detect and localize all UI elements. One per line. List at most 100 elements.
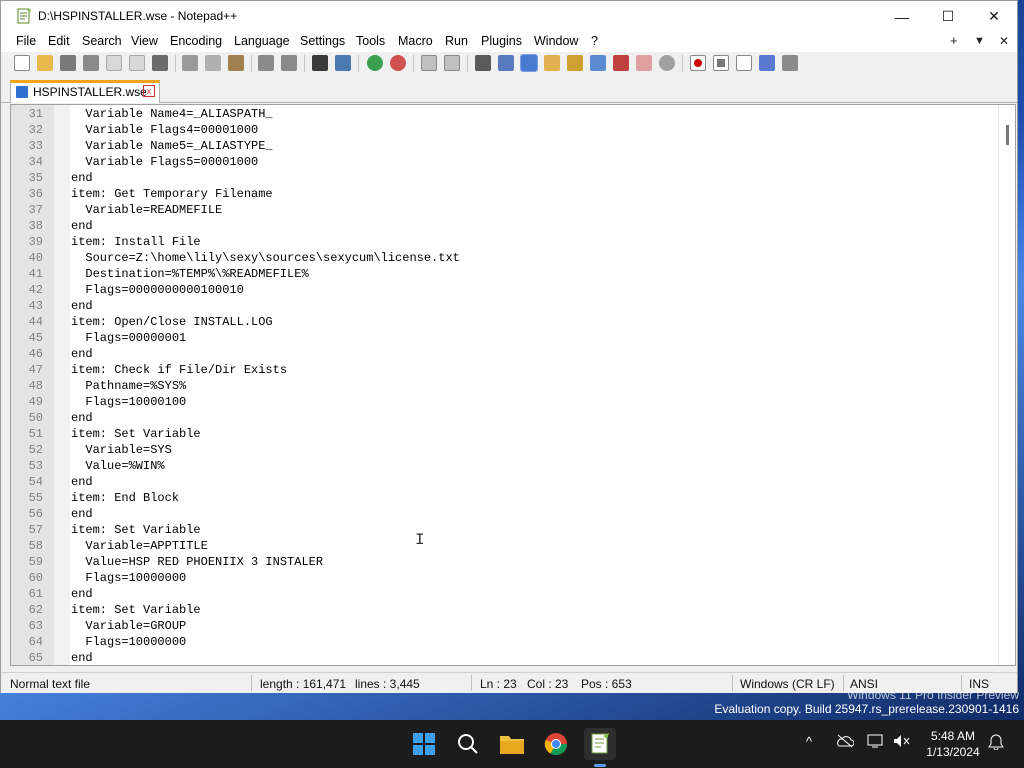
indent-guide-icon[interactable] [520,54,538,72]
sync-horizontal-icon[interactable] [444,55,460,71]
close-file-icon[interactable] [106,55,122,71]
code-line[interactable]: 61 end [11,586,1001,602]
editor-pane[interactable]: 31 Variable Name4=_ALIASPATH_ 32 Variable… [10,104,1016,666]
function-list-icon[interactable] [613,55,629,71]
menu-plugins[interactable]: Plugins [481,34,522,48]
new-file-icon[interactable] [14,55,30,71]
close-button[interactable]: ✕ [971,1,1017,32]
code-line[interactable]: 64 Flags=10000000 [11,634,1001,650]
zoom-out-icon[interactable] [390,55,406,71]
code-line[interactable]: 53 Value=%WIN% [11,458,1001,474]
folder-workspace-icon[interactable] [636,55,652,71]
code-line[interactable]: 43 end [11,298,1001,314]
close-all-icon[interactable] [129,55,145,71]
vertical-scrollbar[interactable] [998,105,1015,665]
save-icon[interactable] [60,55,76,71]
tab-close-icon[interactable]: x [143,85,155,97]
menu-encoding[interactable]: Encoding [170,34,222,48]
menu-run[interactable]: Run [445,34,468,48]
redo-icon[interactable] [281,55,297,71]
code-line[interactable]: 44 item: Open/Close INSTALL.LOG [11,314,1001,330]
save-macro-icon[interactable] [782,55,798,71]
copy-icon[interactable] [205,55,221,71]
stop-macro-icon[interactable] [713,55,729,71]
code-line[interactable]: 47 item: Check if File/Dir Exists [11,362,1001,378]
print-icon[interactable] [152,55,168,71]
network-icon[interactable] [866,734,884,748]
code-line[interactable]: 35 end [11,170,1001,186]
play-macro-icon[interactable] [736,55,752,71]
file-explorer-icon[interactable] [496,728,528,760]
language-define-icon[interactable] [544,55,560,71]
start-icon[interactable] [408,728,440,760]
code-line[interactable]: 31 Variable Name4=_ALIASPATH_ [11,106,1001,122]
code-line[interactable]: 48 Pathname=%SYS% [11,378,1001,394]
code-line[interactable]: 42 Flags=0000000000100010 [11,282,1001,298]
code-line[interactable]: 54 end [11,474,1001,490]
notepadpp-icon[interactable] [584,728,616,760]
menu-edit[interactable]: Edit [48,34,70,48]
menu-window[interactable]: Window [534,34,578,48]
monitoring-icon[interactable] [659,55,675,71]
code-line[interactable]: 36 item: Get Temporary Filename [11,186,1001,202]
menu-view[interactable]: View [131,34,158,48]
zoom-in-icon[interactable] [367,55,383,71]
code-line[interactable]: 51 item: Set Variable [11,426,1001,442]
code-line[interactable]: 45 Flags=00000001 [11,330,1001,346]
minimize-button[interactable]: — [879,1,925,32]
code-line[interactable]: 58 Variable=APPTITLE [11,538,1001,554]
code-line[interactable]: 49 Flags=10000100 [11,394,1001,410]
menu-file[interactable]: File [16,34,36,48]
code-line[interactable]: 38 end [11,218,1001,234]
code-line[interactable]: 50 end [11,410,1001,426]
word-wrap-icon[interactable] [475,55,491,71]
code-line[interactable]: 41 Destination=%TEMP%\%READMEFILE% [11,266,1001,282]
doc-map-icon[interactable] [567,55,583,71]
paste-icon[interactable] [228,55,244,71]
chrome-icon[interactable] [540,728,572,760]
replace-icon[interactable] [335,55,351,71]
new-tab-icon[interactable]: + [950,33,958,48]
save-all-icon[interactable] [83,55,99,71]
menu-tools[interactable]: Tools [356,34,385,48]
code-line[interactable]: 65 end [11,650,1001,665]
code-area[interactable]: 31 Variable Name4=_ALIASPATH_ 32 Variable… [11,106,1001,665]
code-line[interactable]: 57 item: Set Variable [11,522,1001,538]
code-line[interactable]: 62 item: Set Variable [11,602,1001,618]
scrollbar-thumb[interactable] [1006,125,1009,145]
tab-list-icon[interactable]: ▼ [974,35,985,47]
volume-muted-icon[interactable] [893,734,911,748]
code-line[interactable]: 60 Flags=10000000 [11,570,1001,586]
notification-bell-icon[interactable] [988,734,1004,750]
code-line[interactable]: 34 Variable Flags5=00001000 [11,154,1001,170]
code-line[interactable]: 32 Variable Flags4=00001000 [11,122,1001,138]
onedrive-icon[interactable] [836,734,854,748]
code-line[interactable]: 46 end [11,346,1001,362]
code-line[interactable]: 59 Value=HSP RED PHOENIIX 3 INSTALER [11,554,1001,570]
code-line[interactable]: 63 Variable=GROUP [11,618,1001,634]
show-all-chars-icon[interactable] [498,55,514,71]
code-line[interactable]: 52 Variable=SYS [11,442,1001,458]
record-macro-icon[interactable] [690,55,706,71]
cut-icon[interactable] [182,55,198,71]
menu-settings[interactable]: Settings [300,34,345,48]
close-doc-icon[interactable]: ✕ [999,34,1009,48]
run-macro-multiple-icon[interactable] [759,55,775,71]
code-line[interactable]: 55 item: End Block [11,490,1001,506]
search-icon[interactable] [452,728,484,760]
open-file-icon[interactable] [37,55,53,71]
menu-macro[interactable]: Macro [398,34,433,48]
code-line[interactable]: 33 Variable Name5=_ALIASTYPE_ [11,138,1001,154]
tab-hspinstaller[interactable]: HSPINSTALLER.wse x [10,80,160,103]
menu-search[interactable]: Search [82,34,122,48]
title-bar[interactable]: D:\HSPINSTALLER.wse - Notepad++ — ☐ ✕ [1,1,1017,32]
tray-clock[interactable]: 5:48 AM 1/13/2024 [918,728,988,760]
code-line[interactable]: 39 item: Install File [11,234,1001,250]
find-icon[interactable] [312,55,328,71]
tray-chevron-icon[interactable]: ^ [806,734,812,749]
code-line[interactable]: 37 Variable=READMEFILE [11,202,1001,218]
sync-vertical-icon[interactable] [421,55,437,71]
doc-list-icon[interactable] [590,55,606,71]
maximize-button[interactable]: ☐ [925,1,971,32]
code-line[interactable]: 40 Source=Z:\home\lily\sexy\sources\sexy… [11,250,1001,266]
